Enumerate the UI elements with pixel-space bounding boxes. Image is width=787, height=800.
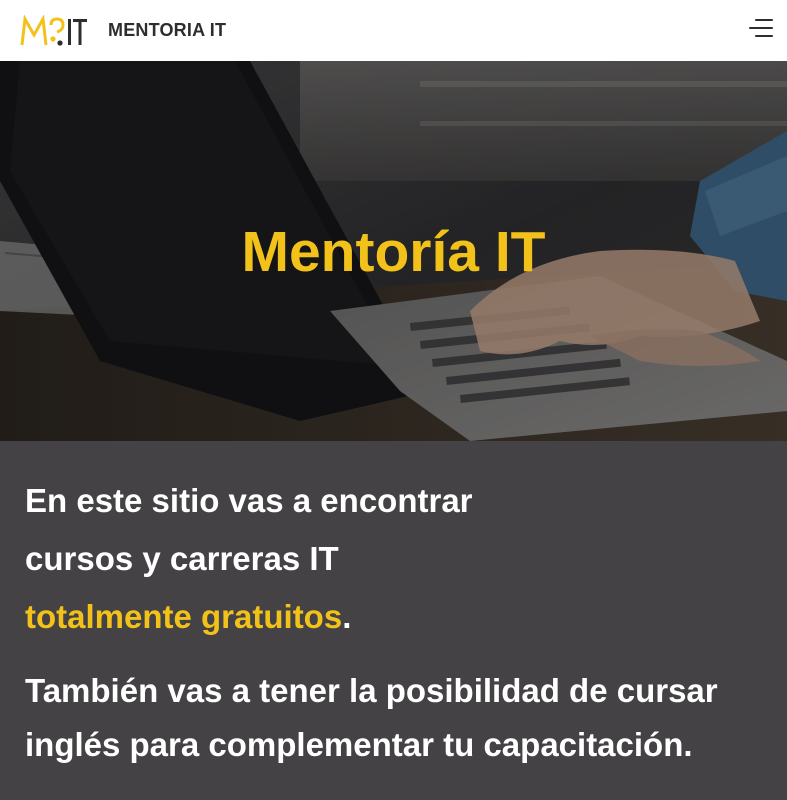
intro-line-2: cursos y carreras IT xyxy=(25,540,339,577)
english-paragraph: También vas a tener la posibilidad de cu… xyxy=(25,664,787,772)
hero-title: Mentoría IT xyxy=(241,220,546,284)
english-line-2: inglés para complementar tu capacitación… xyxy=(25,726,693,763)
hamburger-menu-icon[interactable] xyxy=(747,16,773,42)
intro-line-3: totalmente gratuitos. xyxy=(25,588,787,646)
intro-paragraph: En este sitio vas a encontrar cursos y c… xyxy=(25,472,787,646)
free-highlight: totalmente gratuitos xyxy=(25,598,343,635)
intro-line-1: En este sitio vas a encontrar xyxy=(25,482,473,519)
intro-period: . xyxy=(342,598,352,635)
hero-banner: Mentoría IT xyxy=(0,61,787,441)
top-navbar: MENTORIA IT xyxy=(0,0,787,61)
english-line-1: También vas a tener la posibilidad de cu… xyxy=(25,672,718,709)
mentoria-it-logo[interactable] xyxy=(20,14,88,47)
brand-name[interactable]: MENTORIA IT xyxy=(108,20,226,41)
intro-section: En este sitio vas a encontrar cursos y c… xyxy=(0,441,787,800)
